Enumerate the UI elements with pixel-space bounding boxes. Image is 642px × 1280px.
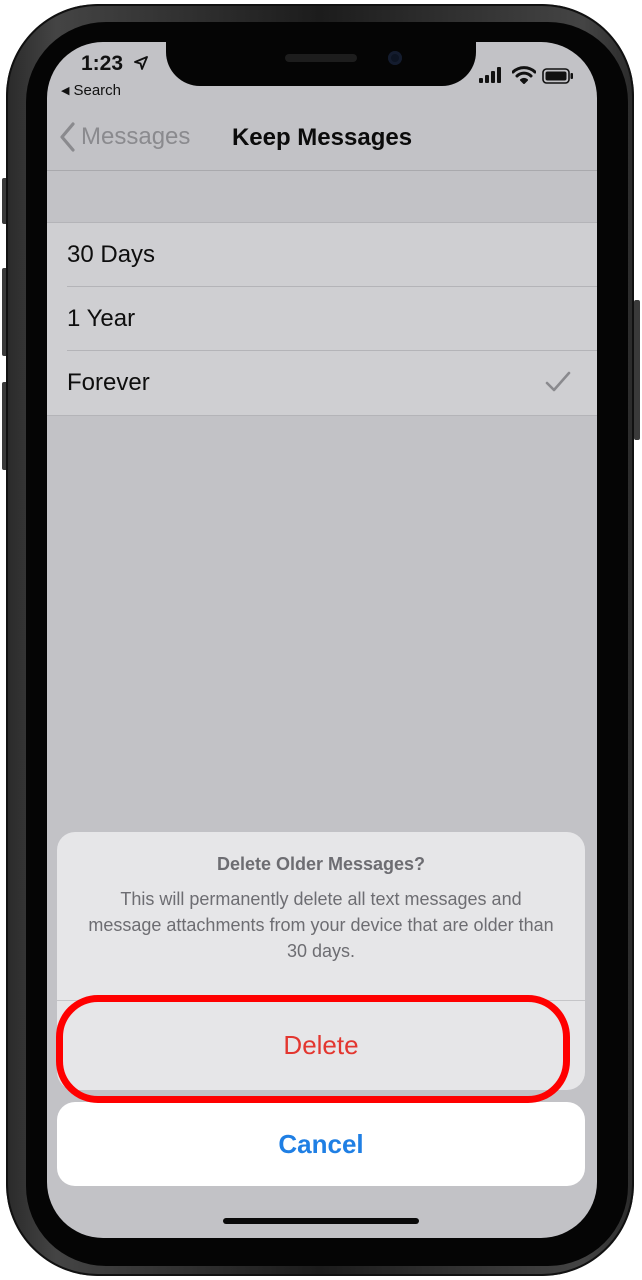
option-30-days[interactable]: 30 Days bbox=[47, 223, 597, 287]
keep-messages-options: 30 Days 1 Year Forever bbox=[47, 222, 597, 416]
side-button bbox=[634, 300, 640, 440]
option-label: 30 Days bbox=[67, 241, 156, 268]
front-camera bbox=[388, 51, 402, 65]
option-label: Forever bbox=[67, 369, 150, 396]
wifi-icon bbox=[511, 66, 537, 89]
option-forever[interactable]: Forever bbox=[47, 351, 597, 415]
screen: 1:23 ◀ Search Messages Keep Messages 30 … bbox=[47, 42, 597, 1238]
notch bbox=[166, 42, 476, 86]
nav-divider bbox=[47, 170, 597, 171]
signal-bars-icon bbox=[479, 67, 503, 88]
back-triangle-icon: ◀ bbox=[61, 85, 70, 97]
back-to-app-link[interactable]: ◀ Search bbox=[61, 82, 121, 99]
speaker-grille bbox=[285, 54, 357, 62]
checkmark-icon bbox=[545, 371, 571, 398]
option-label: 1 Year bbox=[67, 305, 136, 332]
cancel-button[interactable]: Cancel bbox=[57, 1102, 585, 1186]
home-indicator[interactable] bbox=[223, 1218, 419, 1224]
action-sheet-title: Delete Older Messages? bbox=[216, 854, 426, 874]
option-1-year[interactable]: 1 Year bbox=[47, 287, 597, 351]
status-time: 1:23 bbox=[81, 52, 124, 75]
phone-mockup: 1:23 ◀ Search Messages Keep Messages 30 … bbox=[0, 0, 642, 1280]
location-arrow-icon bbox=[134, 56, 148, 75]
battery-icon bbox=[542, 68, 574, 89]
back-app-label: Search bbox=[73, 82, 121, 99]
action-sheet-message: This will permanently delete all text me… bbox=[88, 889, 554, 961]
highlight-annotation bbox=[56, 995, 570, 1103]
page-title: Keep Messages bbox=[231, 124, 413, 151]
